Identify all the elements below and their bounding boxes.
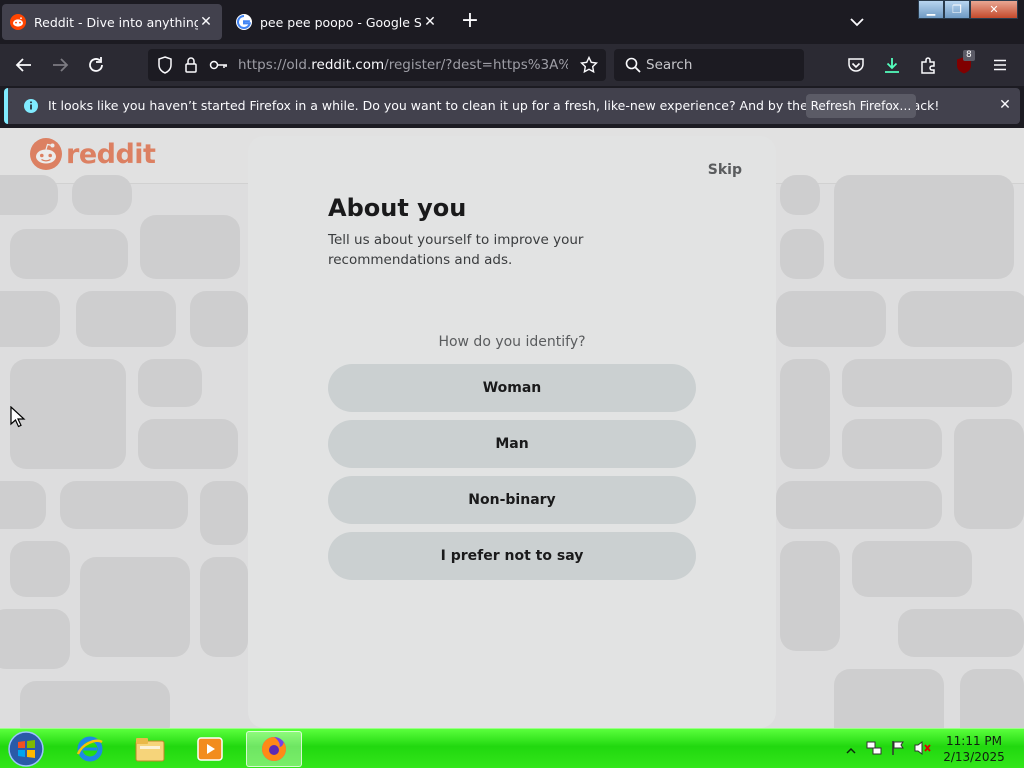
close-window-button[interactable]: ✕: [970, 0, 1018, 19]
volume-muted-icon[interactable]: [914, 740, 932, 760]
network-icon[interactable]: [866, 740, 882, 760]
clock-time: 11:11 PM: [946, 734, 1002, 748]
option-woman-button[interactable]: Woman: [328, 364, 696, 412]
option-prefer-not-to-say-button[interactable]: I prefer not to say: [328, 532, 696, 580]
ublock-origin-icon[interactable]: 8: [953, 50, 975, 76]
downloads-icon[interactable]: [881, 54, 903, 76]
reddit-icon: [10, 14, 26, 30]
google-icon: [236, 14, 252, 30]
tab-strip: Reddit - Dive into anything ✕ pee pee po…: [0, 0, 1024, 44]
extensions-icon[interactable]: [917, 54, 939, 76]
lock-icon[interactable]: [180, 54, 202, 76]
clock-date: 2/13/2025: [943, 750, 1005, 764]
about-you-modal: Skip About you Tell us about yourself to…: [248, 136, 776, 728]
reload-icon[interactable]: [85, 54, 107, 76]
option-man-button[interactable]: Man: [328, 420, 696, 468]
forward-arrow-icon[interactable]: [49, 54, 71, 76]
bookmark-star-icon[interactable]: [578, 54, 600, 76]
pocket-icon[interactable]: [845, 54, 867, 76]
start-button[interactable]: [6, 730, 46, 768]
modal-title: About you: [328, 194, 467, 222]
tab-reddit[interactable]: Reddit - Dive into anything ✕: [2, 4, 222, 40]
taskbar-clock[interactable]: 11:11 PM 2/13/2025: [934, 733, 1014, 765]
tab-google[interactable]: pee pee poopo - Google Search ✕: [228, 4, 446, 40]
tab-title: pee pee poopo - Google Search: [260, 14, 422, 30]
search-input[interactable]: Search: [614, 49, 804, 81]
file-explorer-icon[interactable]: [122, 731, 178, 767]
extension-badge: 8: [963, 50, 975, 61]
restore-button[interactable]: ❐: [944, 0, 970, 19]
show-hidden-icons-icon[interactable]: [846, 741, 856, 760]
close-tab-icon[interactable]: ✕: [422, 14, 438, 30]
mouse-cursor-icon: [10, 405, 26, 428]
option-non-binary-button[interactable]: Non-binary: [328, 476, 696, 524]
page-content: reddit Skip About you Tell us about your…: [0, 128, 1024, 728]
url-text: https://old.reddit.com/register/?dest=ht…: [238, 57, 568, 73]
new-tab-button[interactable]: +: [458, 10, 482, 34]
url-bar[interactable]: https://old.reddit.com/register/?dest=ht…: [148, 49, 606, 81]
back-arrow-icon[interactable]: [13, 54, 35, 76]
action-center-flag-icon[interactable]: [890, 740, 906, 760]
search-placeholder: Search: [646, 57, 693, 73]
media-player-icon[interactable]: [182, 731, 238, 767]
skip-button[interactable]: Skip: [708, 162, 742, 178]
refresh-firefox-button[interactable]: Refresh Firefox…: [806, 94, 916, 118]
chevron-down-icon[interactable]: [846, 12, 868, 32]
firefox-taskbar-icon[interactable]: [246, 731, 302, 767]
identity-question: How do you identify?: [438, 334, 586, 350]
minimize-button[interactable]: ▁: [918, 0, 944, 19]
search-icon: [622, 54, 644, 76]
shield-icon[interactable]: [154, 54, 176, 76]
notification-bar: It looks like you haven’t started Firefo…: [4, 88, 1020, 124]
window-controls: ▁ ❐ ✕: [918, 0, 1020, 19]
close-tab-icon[interactable]: ✕: [198, 14, 214, 30]
key-icon[interactable]: [208, 54, 230, 76]
modal-description: Tell us about yourself to improve your r…: [328, 232, 584, 268]
navigation-toolbar: https://old.reddit.com/register/?dest=ht…: [0, 44, 1024, 86]
tab-title: Reddit - Dive into anything: [34, 14, 198, 30]
close-icon[interactable]: ✕: [996, 96, 1014, 114]
menu-hamburger-icon[interactable]: [989, 54, 1011, 76]
taskbar: 11:11 PM 2/13/2025: [0, 728, 1024, 768]
internet-explorer-icon[interactable]: [62, 731, 118, 767]
info-icon: [20, 95, 42, 117]
